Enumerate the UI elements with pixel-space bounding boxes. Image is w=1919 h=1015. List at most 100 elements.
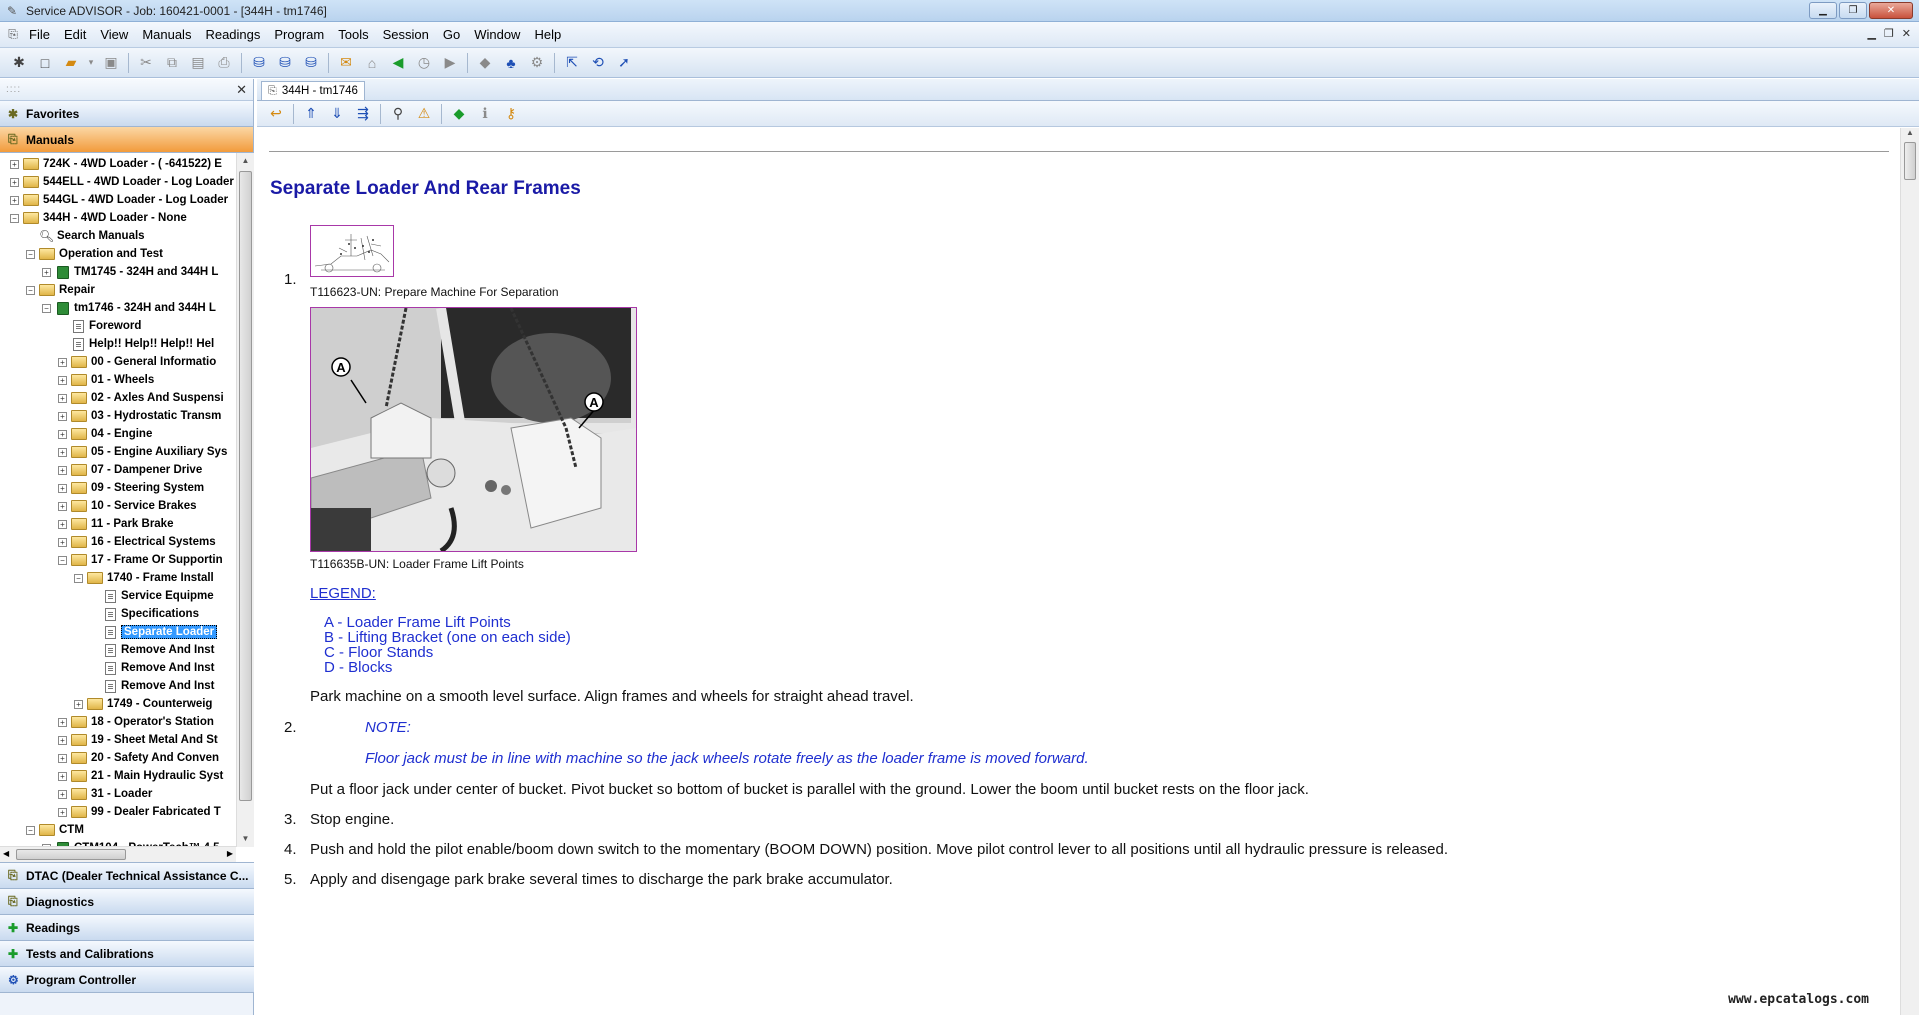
collapse-icon[interactable]: − [26,285,35,295]
scroll-left-icon[interactable]: ◀ [3,849,9,858]
mdi-restore-icon[interactable]: ❐ [1884,27,1894,40]
history-icon[interactable]: ◷ [413,52,435,74]
key-icon[interactable]: ⚷ [500,103,522,125]
tree-node[interactable]: +00 - General Informatio [58,353,216,371]
expand-icon[interactable]: + [58,465,67,475]
panel-grip[interactable]: :::: [6,84,21,95]
tree-node[interactable]: +18 - Operator's Station [58,713,214,731]
tree-node[interactable]: +31 - Loader [58,785,152,803]
tree-node[interactable]: +16 - Electrical Systems [58,533,216,551]
expand-icon[interactable]: + [58,375,67,385]
tree-node[interactable]: Remove And Inst [90,677,215,695]
find-icon[interactable]: ⚲ [387,103,409,125]
info-icon[interactable]: ℹ [474,103,496,125]
network-icon[interactable]: ⛁ [248,52,270,74]
dropdown-icon[interactable]: ▾ [86,52,96,74]
collapse-icon[interactable]: − [58,555,67,565]
diamond-icon[interactable]: ◆ [474,52,496,74]
program-controller-header[interactable]: ⚙ Program Controller [0,967,254,993]
paste-icon[interactable]: ▤ [187,52,209,74]
gear-icon[interactable]: ⚙ [526,52,548,74]
minimize-button[interactable]: ▁ [1809,2,1837,19]
tree-node[interactable]: − tm1746 - 324H and 344H L [42,299,216,317]
expand-icon[interactable]: + [10,159,19,169]
tree-sync-icon[interactable]: ⇶ [352,103,374,125]
menu-window[interactable]: Window [467,27,527,42]
tree-scroll-thumb[interactable] [239,171,252,801]
tree-node[interactable]: Remove And Inst [90,641,215,659]
tree-node[interactable]: +05 - Engine Auxiliary Sys [58,443,227,461]
mdi-close-icon[interactable]: ✕ [1902,27,1911,40]
menu-file[interactable]: File [22,27,57,42]
tree-node[interactable]: Remove And Inst [90,659,215,677]
expand-icon[interactable]: ⇱ [561,52,583,74]
tree-node[interactable]: +544GL - 4WD Loader - Log Loader [10,191,228,209]
expand-icon[interactable]: + [58,483,67,493]
tree-vertical-scrollbar[interactable]: ▲ ▼ [236,153,254,847]
tree-node[interactable]: Service Equipme [90,587,214,605]
collapse-icon[interactable]: − [26,825,35,835]
bookmark-icon[interactable]: ♣ [500,52,522,74]
expand-icon[interactable]: + [58,447,67,457]
tree-node[interactable]: +10 - Service Brakes [58,497,197,515]
menu-manuals[interactable]: Manuals [135,27,198,42]
tree-hscroll-thumb[interactable] [16,849,126,860]
doc-scroll-thumb[interactable] [1904,142,1916,180]
tree-node[interactable]: 🔍︎ Search Manuals [26,227,145,245]
tree-node[interactable]: +21 - Main Hydraulic Syst [58,767,223,785]
expand-icon[interactable]: + [58,357,67,367]
warning-icon[interactable]: ⚠ [413,103,435,125]
expand-icon[interactable]: + [58,429,67,439]
expand-icon[interactable]: + [58,807,67,817]
tree-node[interactable]: +724K - 4WD Loader - ( -641522) E [10,155,222,173]
expand-icon[interactable]: + [10,195,19,205]
network-disconnect-icon[interactable]: ⛁ [300,52,322,74]
expand-icon[interactable]: + [58,771,67,781]
expand-icon[interactable]: + [58,519,67,529]
expand-icon[interactable]: + [58,537,67,547]
tree-node[interactable]: + TM1745 - 324H and 344H L [42,263,218,281]
tree-horizontal-scrollbar[interactable]: ◀ ▶ [0,846,236,862]
tree-node[interactable]: − Operation and Test [26,245,163,263]
menu-view[interactable]: View [93,27,135,42]
tests-calibrations-header[interactable]: ✚ Tests and Calibrations [0,941,254,967]
tree-node[interactable]: − 344H - 4WD Loader - None [10,209,187,227]
expand-icon[interactable]: + [58,753,67,763]
scroll-down-icon[interactable]: ▼ [237,831,254,847]
menu-readings[interactable]: Readings [198,27,267,42]
up-arrow-icon[interactable]: ⇑ [300,103,322,125]
menu-session[interactable]: Session [376,27,436,42]
menu-program[interactable]: Program [267,27,331,42]
new-icon[interactable]: □ [34,52,56,74]
print-icon[interactable]: ⎙ [213,52,235,74]
dtac-header[interactable]: ⎘ DTAC (Dealer Technical Assistance C... [0,863,254,889]
tree-node[interactable]: +03 - Hydrostatic Transm [58,407,221,425]
scroll-right-icon[interactable]: ▶ [227,849,233,858]
tree-node[interactable]: − 17 - Frame Or Supportin [58,551,223,569]
tree-node[interactable]: +11 - Park Brake [58,515,173,533]
tree-node[interactable]: +01 - Wheels [58,371,154,389]
diagnostics-header[interactable]: ⎘ Diagnostics [0,889,254,915]
expand-icon[interactable]: + [74,699,83,709]
tree-node[interactable]: Specifications [90,605,199,623]
document-content[interactable]: Separate Loader And Rear Frames 1. T1166… [257,128,1900,1015]
tree-node[interactable]: − Repair [26,281,95,299]
cut-icon[interactable]: ✂ [135,52,157,74]
save-icon[interactable]: ▣ [100,52,122,74]
mail-icon[interactable]: ✉ [335,52,357,74]
settings-icon[interactable]: ✱ [8,52,30,74]
copy-icon[interactable]: ⧉ [161,52,183,74]
forward-icon[interactable]: ▶ [439,52,461,74]
context-help-icon[interactable]: ➚ [613,52,635,74]
open-icon[interactable]: ▰ [60,52,82,74]
manuals-tree[interactable]: +724K - 4WD Loader - ( -641522) E +544ELL… [0,153,236,847]
sync-icon[interactable]: ⟲ [587,52,609,74]
menu-go[interactable]: Go [436,27,467,42]
tree-node[interactable]: +99 - Dealer Fabricated T [58,803,221,821]
expand-icon[interactable]: + [58,789,67,799]
document-tab[interactable]: ⎘ 344H - tm1746 [261,81,365,100]
menu-edit[interactable]: Edit [57,27,93,42]
expand-icon[interactable]: + [42,267,51,277]
tree-node[interactable]: Help!! Help!! Help!! Hel [58,335,214,353]
collapse-icon[interactable]: − [26,249,35,259]
